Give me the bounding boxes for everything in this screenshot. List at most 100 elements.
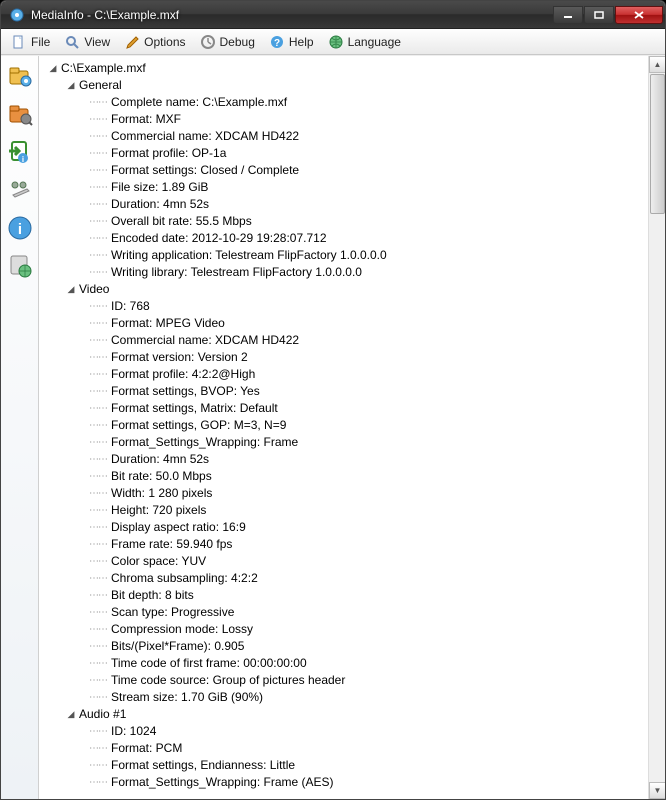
tree-item[interactable]: ⋯⋯ID: 1024: [41, 723, 648, 740]
tree-item[interactable]: ⋯⋯Format_Settings_Wrapping: Frame (AES): [41, 774, 648, 791]
tree-item[interactable]: ⋯⋯Bit depth: 8 bits: [41, 587, 648, 604]
tree-connector-icon: ⋯⋯: [89, 230, 107, 247]
tree-item[interactable]: ⋯⋯Compression mode: Lossy: [41, 621, 648, 638]
tree-node-label: Duration: 4mn 52s: [111, 451, 209, 468]
tree-item[interactable]: ⋯⋯Bits/(Pixel*Frame): 0.905: [41, 638, 648, 655]
vertical-scrollbar[interactable]: ▲ ▼: [648, 56, 665, 799]
tree-node-label: Stream size: 1.70 GiB (90%): [111, 689, 263, 706]
tree-item[interactable]: ⋯⋯Display aspect ratio: 16:9: [41, 519, 648, 536]
tree-item[interactable]: ⋯⋯Format: MXF: [41, 111, 648, 128]
expand-toggle-icon[interactable]: ◢: [47, 63, 59, 75]
open-folder-button[interactable]: [6, 100, 34, 128]
tree-node-label: File size: 1.89 GiB: [111, 179, 208, 196]
tree-connector-icon: ⋯⋯: [89, 587, 107, 604]
tree-connector-icon: ⋯⋯: [89, 451, 107, 468]
tree-node-label: General: [79, 77, 122, 94]
tree-node-label: Encoded date: 2012-10-29 19:28:07.712: [111, 230, 327, 247]
tree-item[interactable]: ⋯⋯Format profile: OP-1a: [41, 145, 648, 162]
svg-text:?: ?: [274, 38, 280, 49]
tree-connector-icon: ⋯⋯: [89, 162, 107, 179]
minimize-button[interactable]: [553, 6, 583, 24]
tree-item[interactable]: ⋯⋯Format version: Version 2: [41, 349, 648, 366]
tree-connector-icon: ⋯⋯: [89, 485, 107, 502]
preferences-button[interactable]: [6, 176, 34, 204]
tree-node-label: Format_Settings_Wrapping: Frame (AES): [111, 774, 334, 791]
tree-connector-icon: ⋯⋯: [89, 247, 107, 264]
tree-node-label: ID: 1024: [111, 723, 156, 740]
tree-item[interactable]: ⋯⋯Overall bit rate: 55.5 Mbps: [41, 213, 648, 230]
web-button[interactable]: [6, 252, 34, 280]
menu-debug[interactable]: Debug: [194, 32, 261, 52]
titlebar[interactable]: MediaInfo - C:\Example.mxf: [1, 1, 665, 29]
tree-item[interactable]: ⋯⋯Format: PCM: [41, 740, 648, 757]
tree-item[interactable]: ⋯⋯Time code source: Group of pictures he…: [41, 672, 648, 689]
tree-item[interactable]: ⋯⋯Format settings, Matrix: Default: [41, 400, 648, 417]
maximize-button[interactable]: [584, 6, 614, 24]
tree-node-label: ID: 768: [111, 298, 150, 315]
tree-item[interactable]: ⋯⋯ID: 768: [41, 298, 648, 315]
export-button[interactable]: i: [6, 138, 34, 166]
tree-item[interactable]: ⋯⋯Format_Settings_Wrapping: Frame: [41, 434, 648, 451]
tree-item[interactable]: ⋯⋯Bit rate: 50.0 Mbps: [41, 468, 648, 485]
tree-connector-icon: ⋯⋯: [89, 383, 107, 400]
scroll-down-button[interactable]: ▼: [649, 782, 665, 799]
tree-item[interactable]: ⋯⋯Encoded date: 2012-10-29 19:28:07.712: [41, 230, 648, 247]
tree-item[interactable]: ⋯⋯Chroma subsampling: 4:2:2: [41, 570, 648, 587]
tree-node-label: Frame rate: 59.940 fps: [111, 536, 232, 553]
tree-item[interactable]: ⋯⋯Height: 720 pixels: [41, 502, 648, 519]
tree-item[interactable]: ⋯⋯Format: MPEG Video: [41, 315, 648, 332]
menu-view[interactable]: View: [58, 32, 116, 52]
tree-node-label: Audio #1: [79, 706, 126, 723]
tree-root[interactable]: ◢C:\Example.mxf: [41, 60, 648, 77]
tree-item[interactable]: ⋯⋯Time code of first frame: 00:00:00:00: [41, 655, 648, 672]
tree-item[interactable]: ⋯⋯Width: 1 280 pixels: [41, 485, 648, 502]
menu-options[interactable]: Options: [118, 32, 191, 52]
menu-file[interactable]: File: [5, 32, 56, 52]
scroll-thumb[interactable]: [650, 74, 665, 214]
tree-item[interactable]: ⋯⋯Color space: YUV: [41, 553, 648, 570]
tree-node-label: Overall bit rate: 55.5 Mbps: [111, 213, 252, 230]
tree-connector-icon: ⋯⋯: [89, 400, 107, 417]
tree-item[interactable]: ⋯⋯Format settings, Endianness: Little: [41, 757, 648, 774]
tree-section[interactable]: ◢General: [41, 77, 648, 94]
tree-node-label: Writing application: Telestream FlipFact…: [111, 247, 387, 264]
tree-item[interactable]: ⋯⋯Commercial name: XDCAM HD422: [41, 128, 648, 145]
scroll-up-button[interactable]: ▲: [649, 56, 665, 73]
tree-view[interactable]: ◢C:\Example.mxf◢General⋯⋯Complete name: …: [39, 56, 648, 799]
tree-item[interactable]: ⋯⋯Format settings, GOP: M=3, N=9: [41, 417, 648, 434]
tree-item[interactable]: ⋯⋯Format settings, BVOP: Yes: [41, 383, 648, 400]
menu-debug-label: Debug: [220, 35, 255, 49]
tree-node-label: Height: 720 pixels: [111, 502, 206, 519]
menu-language[interactable]: Language: [322, 32, 407, 52]
tree-item[interactable]: ⋯⋯Scan type: Progressive: [41, 604, 648, 621]
tree-node-label: Time code source: Group of pictures head…: [111, 672, 345, 689]
tree-node-label: Color space: YUV: [111, 553, 206, 570]
tree-item[interactable]: ⋯⋯Duration: 4mn 52s: [41, 451, 648, 468]
close-button[interactable]: [615, 6, 663, 24]
tree-section[interactable]: ◢Video: [41, 281, 648, 298]
tree-item[interactable]: ⋯⋯Commercial name: XDCAM HD422: [41, 332, 648, 349]
tree-connector-icon: ⋯⋯: [89, 519, 107, 536]
expand-toggle-icon[interactable]: ◢: [65, 709, 77, 721]
tree-item[interactable]: ⋯⋯Complete name: C:\Example.mxf: [41, 94, 648, 111]
tree-item[interactable]: ⋯⋯Stream size: 1.70 GiB (90%): [41, 689, 648, 706]
tree-item[interactable]: ⋯⋯Duration: 4mn 52s: [41, 196, 648, 213]
tree-item[interactable]: ⋯⋯Format profile: 4:2:2@High: [41, 366, 648, 383]
tree-item[interactable]: ⋯⋯File size: 1.89 GiB: [41, 179, 648, 196]
tree-item[interactable]: ⋯⋯Writing application: Telestream FlipFa…: [41, 247, 648, 264]
tree-item[interactable]: ⋯⋯Format settings: Closed / Complete: [41, 162, 648, 179]
view-icon: [64, 34, 80, 50]
menu-help[interactable]: ? Help: [263, 32, 320, 52]
tree-connector-icon: ⋯⋯: [89, 774, 107, 791]
tree-section[interactable]: ◢Audio #1: [41, 706, 648, 723]
tree-node-label: Format profile: 4:2:2@High: [111, 366, 255, 383]
tree-node-label: Chroma subsampling: 4:2:2: [111, 570, 258, 587]
expand-toggle-icon[interactable]: ◢: [65, 80, 77, 92]
menu-help-label: Help: [289, 35, 314, 49]
tree-node-label: C:\Example.mxf: [61, 60, 146, 77]
about-button[interactable]: i: [6, 214, 34, 242]
tree-item[interactable]: ⋯⋯Writing library: Telestream FlipFactor…: [41, 264, 648, 281]
tree-item[interactable]: ⋯⋯Frame rate: 59.940 fps: [41, 536, 648, 553]
expand-toggle-icon[interactable]: ◢: [65, 284, 77, 296]
open-file-button[interactable]: [6, 62, 34, 90]
